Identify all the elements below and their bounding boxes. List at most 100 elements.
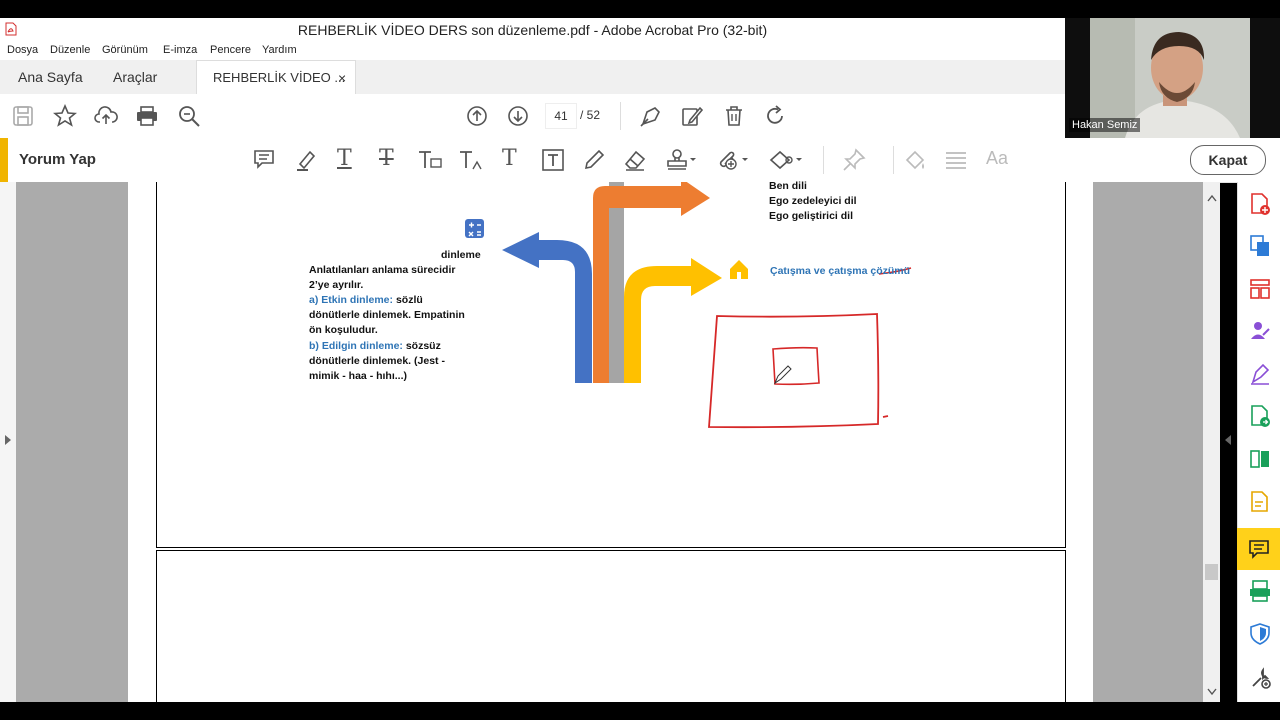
menu-esign[interactable]: E-imza (163, 44, 197, 56)
tab-document[interactable]: REHBERLİK VİDEO ... × (196, 60, 356, 95)
page-gutter-right (1093, 182, 1203, 702)
active-listening-line2: dönütlerle dinlemek. Empatinin (309, 309, 465, 321)
document-viewport: Ben dili Ego zedeleyici dil Ego geliştir… (0, 180, 1231, 703)
list-item-ego-gelistirici: Ego geliştirici dil (769, 210, 854, 222)
send-for-review-icon[interactable] (1249, 404, 1271, 428)
edit-pdf-icon[interactable] (680, 104, 704, 128)
tab-document-label: REHBERLİK VİDEO ... (213, 70, 346, 85)
upload-cloud-icon[interactable] (94, 104, 118, 128)
comment-bar-title: Yorum Yap (19, 151, 96, 168)
compare-files-icon[interactable] (1249, 447, 1271, 471)
expand-left-panel-icon[interactable] (4, 434, 12, 446)
protect-shield-icon[interactable] (1249, 622, 1271, 646)
pencil-cursor-icon (773, 365, 792, 385)
underline-text-icon[interactable]: T (337, 146, 352, 171)
eraser-icon[interactable] (623, 148, 647, 172)
attach-file-icon[interactable] (717, 148, 749, 172)
tab-home[interactable]: Ana Sayfa (18, 60, 83, 94)
request-signature-icon[interactable] (1249, 319, 1271, 343)
gray-arrow-bar (609, 182, 624, 383)
toolbar-divider (620, 102, 621, 130)
active-listening-line3: ön koşuludur. (309, 324, 378, 336)
yellow-arrow (624, 258, 722, 383)
fill-and-sign-icon[interactable] (1249, 362, 1271, 386)
calculator-icon (465, 219, 484, 238)
edit-document-icon[interactable] (1249, 490, 1271, 514)
tab-bar: Ana Sayfa Araçlar REHBERLİK VİDEO ... × (0, 60, 1065, 95)
print-icon[interactable] (135, 104, 159, 128)
delete-trash-icon[interactable] (722, 104, 746, 128)
vertical-scrollbar[interactable] (1203, 182, 1220, 702)
tab-close-icon[interactable]: × (338, 61, 346, 95)
title-bar: REHBERLİK VİDEO DERS son düzenleme.pdf -… (0, 18, 1065, 42)
active-listening-label: a) Etkin dinleme: (309, 294, 394, 306)
listening-intro-line1: Anlatılanları anlama sürecidir (309, 264, 456, 276)
passive-listening-text: sözsüz (405, 340, 441, 352)
next-page-icon[interactable] (507, 105, 529, 127)
fill-sign-pen-icon[interactable] (639, 104, 663, 128)
export-pdf-icon[interactable] (1249, 234, 1271, 258)
menu-bar: Dosya Düzenle Görünüm E-imza Pencere Yar… (0, 42, 1065, 60)
fill-color-icon[interactable] (903, 148, 927, 172)
menu-help[interactable]: Yardım (262, 44, 297, 56)
previous-page-icon[interactable] (466, 105, 488, 127)
conflict-label: Çatışma ve çatışma çözümü (770, 265, 911, 277)
add-text-icon[interactable]: T (502, 146, 517, 171)
create-pdf-icon[interactable] (1249, 192, 1271, 216)
ink-rectangle (708, 313, 889, 429)
text-box-icon[interactable] (541, 148, 565, 172)
scan-ocr-icon[interactable] (1249, 579, 1271, 603)
passive-listening-line1: b) Edilgin dinleme: sözsüz (309, 339, 441, 354)
comment-toolbar: Yorum Yap T T T Aa Kapat (0, 138, 1280, 183)
listening-heading: dinleme (441, 249, 481, 261)
page-number-input[interactable]: 41 (545, 103, 577, 129)
window-title: REHBERLİK VİDEO DERS son düzenleme.pdf -… (297, 22, 768, 38)
comment-tool-active[interactable] (1237, 528, 1280, 570)
stamp-icon[interactable] (665, 148, 697, 172)
insert-text-icon[interactable] (458, 148, 484, 172)
scroll-down-icon[interactable] (1207, 688, 1217, 696)
font-properties-icon[interactable]: Aa (986, 148, 1008, 169)
pdf-page: Ben dili Ego zedeleyici dil Ego geliştir… (156, 180, 1066, 548)
tab-tools[interactable]: Araçlar (113, 60, 157, 94)
save-icon[interactable] (12, 105, 34, 127)
listening-intro-line2: 2’ye ayrılır. (309, 279, 364, 291)
pin-icon[interactable] (842, 148, 866, 172)
close-comment-button[interactable]: Kapat (1190, 145, 1266, 175)
organize-pages-icon[interactable] (1249, 277, 1271, 301)
shapes-icon[interactable] (769, 148, 803, 172)
zoom-search-icon[interactable] (177, 104, 201, 128)
webcam-video: Hakan Semiz (1065, 18, 1280, 138)
active-listening-text: sözlü (395, 294, 423, 306)
menu-window[interactable]: Pencere (210, 44, 251, 56)
rotate-icon[interactable] (763, 104, 787, 128)
passive-listening-label: b) Edilgin dinleme: (309, 340, 403, 352)
sticky-note-icon[interactable] (253, 148, 275, 170)
comment-active-icon (1249, 540, 1269, 559)
bookmark-star-icon[interactable] (53, 104, 77, 128)
highlight-icon[interactable] (294, 148, 318, 172)
collapse-right-panel-icon[interactable] (1224, 434, 1232, 446)
list-item-ben-dili: Ben dili (769, 180, 807, 192)
strikethrough-text-icon[interactable]: T (379, 146, 394, 171)
menu-view[interactable]: Görünüm (102, 44, 148, 56)
passive-listening-line2: dönütlerle dinlemek. (Jest - (309, 355, 445, 367)
home-icon (730, 260, 748, 279)
active-tool-indicator (0, 138, 8, 182)
pencil-draw-icon[interactable] (582, 148, 606, 172)
passive-listening-line3: mimik - haa - hıhı...) (309, 370, 408, 382)
main-toolbar: 41 / 52 (0, 94, 1065, 139)
screen-bottom-edge (0, 702, 1280, 720)
blue-arrow (502, 232, 592, 383)
page-total: / 52 (580, 108, 601, 122)
replace-text-icon[interactable] (417, 148, 443, 172)
line-weight-icon[interactable] (944, 148, 968, 172)
menu-file[interactable]: Dosya (7, 44, 38, 56)
pdf-page-next (156, 550, 1066, 703)
scrollbar-thumb[interactable] (1205, 564, 1218, 580)
active-listening-line1: a) Etkin dinleme: sözlü (309, 293, 423, 308)
more-tools-icon[interactable] (1249, 666, 1271, 690)
left-nav-panel (0, 182, 16, 702)
menu-edit[interactable]: Düzenle (50, 44, 90, 56)
scroll-up-icon[interactable] (1207, 194, 1217, 202)
